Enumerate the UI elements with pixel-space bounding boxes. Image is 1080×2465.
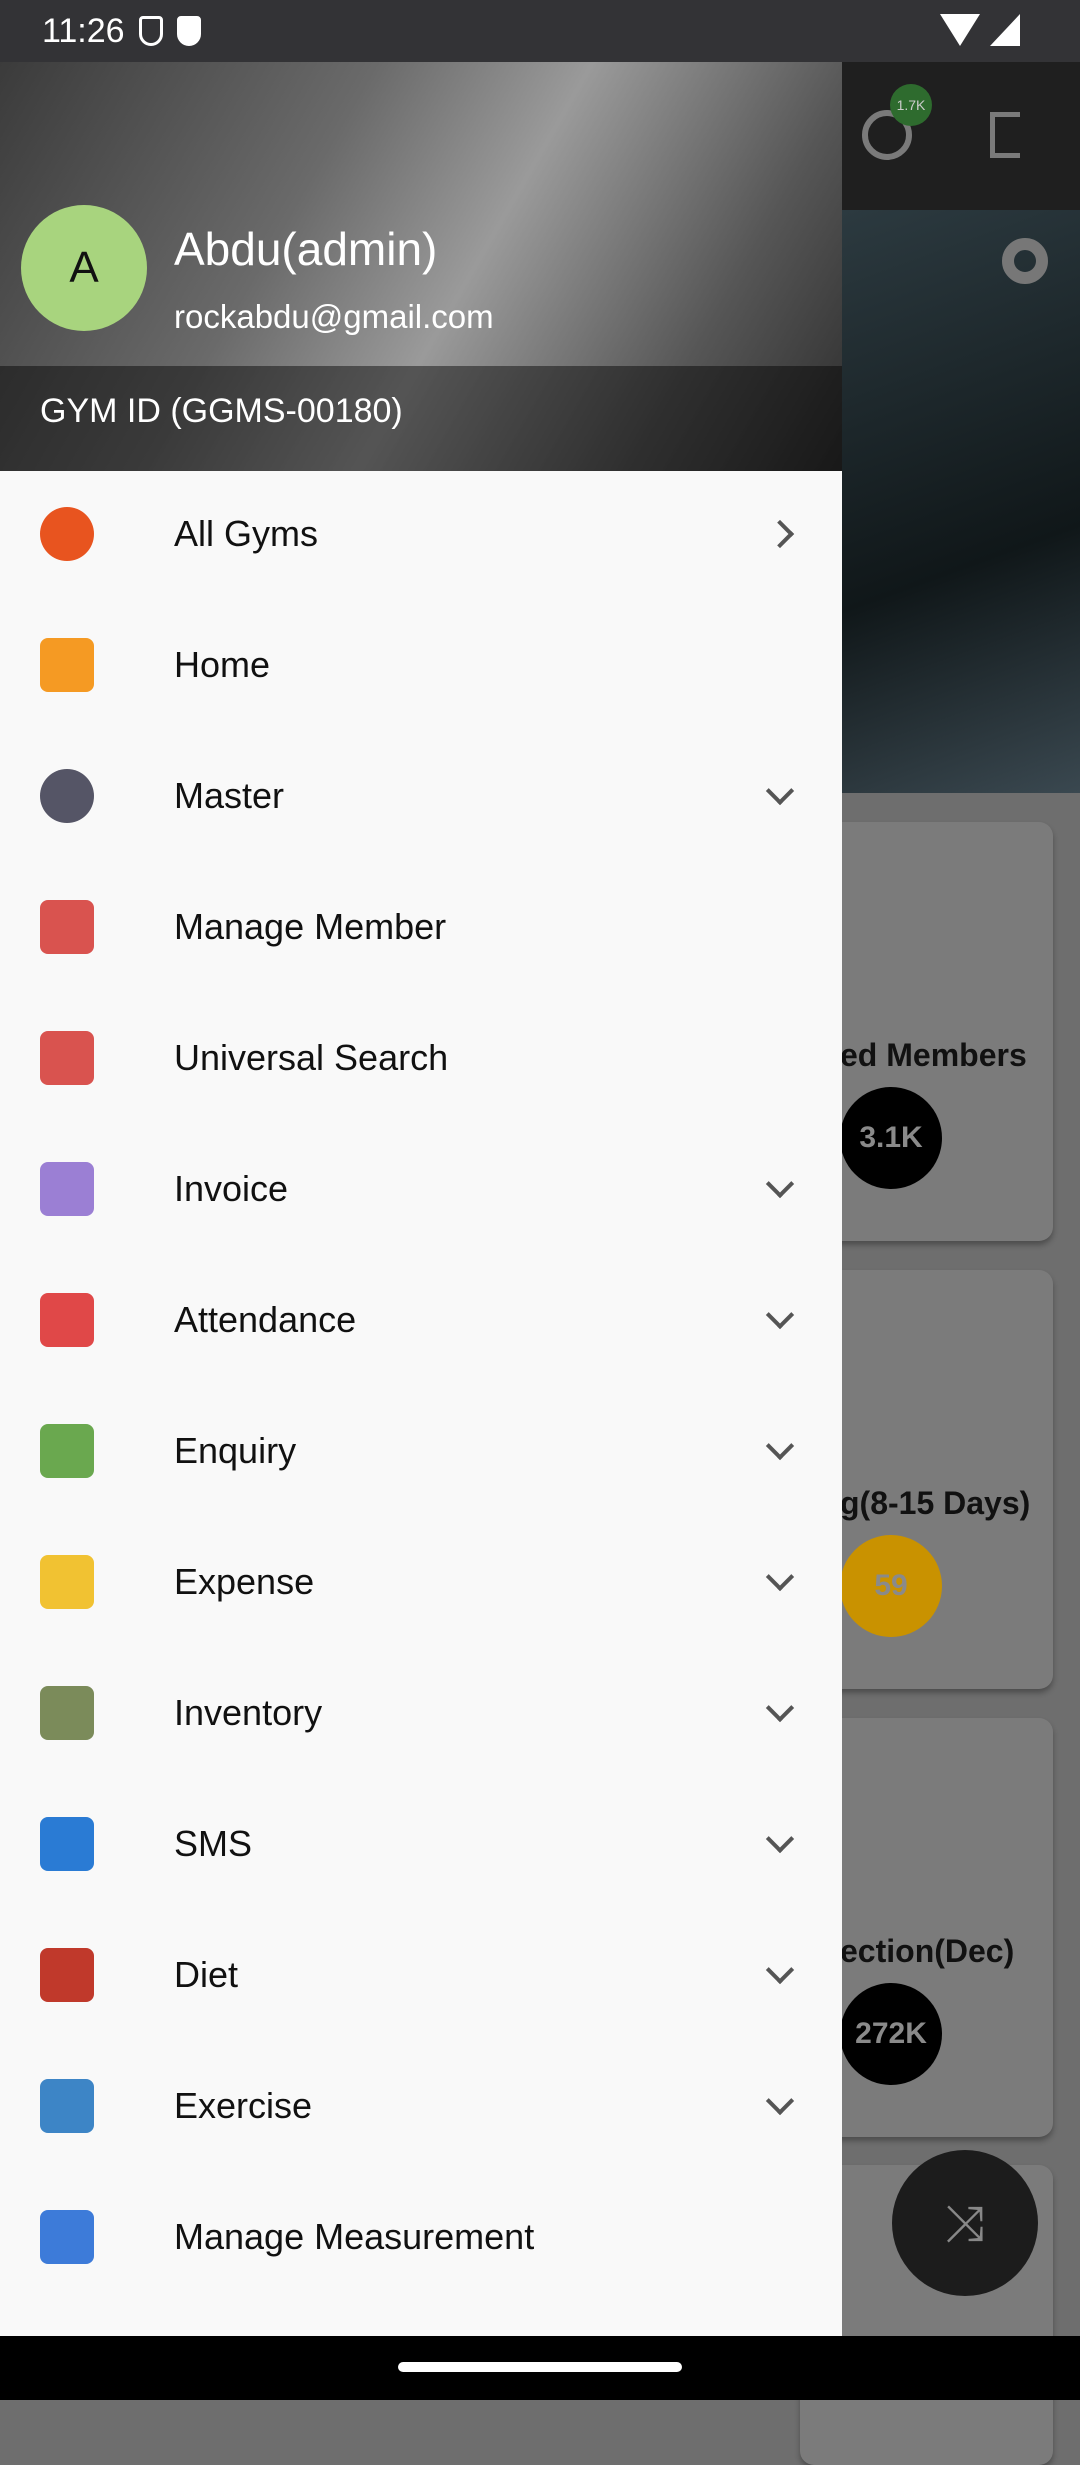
shield-icon <box>138 16 163 46</box>
menu-item-label: Manage Measurement <box>174 2216 535 2257</box>
dumbbell-icon <box>40 507 94 561</box>
signal-icon <box>990 14 1020 46</box>
card-value: 59 <box>840 1535 942 1637</box>
card-value: 3.1K <box>840 1087 942 1189</box>
hero-image <box>842 210 1080 793</box>
menu-item-label: Inventory <box>174 1692 323 1733</box>
chevron-down-icon[interactable] <box>765 1824 795 1854</box>
members-search-icon <box>40 1031 94 1085</box>
user-email: rockabdu@gmail.com <box>174 298 494 335</box>
gear-icon <box>40 769 94 823</box>
home-icon <box>40 638 94 692</box>
card-value: 272K <box>840 1983 942 2085</box>
card-title: ed Members <box>840 1037 1027 1073</box>
menu-item-label: Universal Search <box>174 1037 449 1078</box>
menu-item-label: Master <box>174 775 285 816</box>
menu-item-diet[interactable]: Diet <box>0 1910 842 2040</box>
menu-item-label: Expense <box>174 1561 315 1602</box>
navigation-bar <box>0 2336 1080 2400</box>
menu-item-label: Diet <box>174 1954 239 1995</box>
menu-item-label: Attendance <box>174 1299 357 1340</box>
menu-item-universal-search[interactable]: Universal Search <box>0 993 842 1123</box>
status-bar: 11:26 <box>0 0 1080 62</box>
user-name: Abdu(admin) <box>174 223 438 275</box>
enquiry-icon <box>40 1424 94 1478</box>
home-gesture-handle[interactable] <box>398 2362 682 2372</box>
diet-icon <box>40 1948 94 2002</box>
menu-item-invoice[interactable]: Invoice <box>0 1124 842 1254</box>
menu-item-label: Enquiry <box>174 1430 297 1471</box>
menu-item-manage-member[interactable]: Manage Member <box>0 862 842 992</box>
card-title: g(8-15 Days) <box>840 1485 1031 1521</box>
chevron-down-icon[interactable] <box>765 1955 795 1985</box>
chevron-down-icon[interactable] <box>765 1693 795 1723</box>
chevron-down-icon[interactable] <box>765 1300 795 1330</box>
gym-id: GYM ID (GGMS-00180) <box>40 392 403 430</box>
card-title: ection(Dec) <box>840 1933 1015 1969</box>
menu-item-attendance[interactable]: Attendance <box>0 1255 842 1385</box>
menu-item-inventory[interactable]: Inventory <box>0 1648 842 1778</box>
chevron-down-icon[interactable] <box>765 1431 795 1461</box>
whatsapp-badge: 1.7K <box>890 84 932 126</box>
play-shield-icon <box>176 16 201 46</box>
switch-fab-button[interactable]: ⤨ <box>892 2150 1038 2296</box>
chevron-down-icon[interactable] <box>765 1562 795 1592</box>
menu-item-reports[interactable]: Reports <box>0 2303 842 2336</box>
inventory-icon <box>40 1686 94 1740</box>
exercise-icon <box>40 2079 94 2133</box>
menu-item-exercise[interactable]: Exercise <box>0 2041 842 2171</box>
menu-item-manage-measurement[interactable]: Manage Measurement <box>0 2172 842 2302</box>
avatar[interactable]: A <box>21 205 147 331</box>
menu-item-all-gyms[interactable]: All Gyms <box>0 469 842 599</box>
calendar-icon <box>40 1293 94 1347</box>
menu-item-label: All Gyms <box>174 513 318 554</box>
chevron-down-icon[interactable] <box>765 776 795 806</box>
chevron-down-icon[interactable] <box>765 2086 795 2116</box>
menu-item-sms[interactable]: SMS <box>0 1779 842 1909</box>
menu-item-enquiry[interactable]: Enquiry <box>0 1386 842 1516</box>
invoice-icon <box>40 1162 94 1216</box>
members-icon <box>40 900 94 954</box>
menu-item-expense[interactable]: Expense <box>0 1517 842 1647</box>
menu-item-master[interactable]: Master <box>0 731 842 861</box>
drawer-header: A Abdu(admin) rockabdu@gmail.com GYM ID … <box>0 62 842 471</box>
menu-item-label: Home <box>174 644 271 685</box>
menu-item-label: Exercise <box>174 2085 313 2126</box>
menu-item-label: Invoice <box>174 1168 289 1209</box>
menu-item-home[interactable]: Home <box>0 600 842 730</box>
coin-icon <box>40 1555 94 1609</box>
status-time: 11:26 <box>42 11 125 50</box>
chevron-down-icon[interactable] <box>765 1169 795 1199</box>
ruler-pencil-icon <box>40 2210 94 2264</box>
menu-item-label: Manage Member <box>174 906 447 947</box>
chevron-right-icon[interactable] <box>765 519 795 549</box>
logout-icon[interactable] <box>990 112 1020 158</box>
sms-phone-icon <box>40 1817 94 1871</box>
menu-item-label: SMS <box>174 1823 253 1864</box>
navigation-drawer: A Abdu(admin) rockabdu@gmail.com GYM ID … <box>0 62 842 2336</box>
wifi-icon <box>940 14 980 46</box>
settings-gear-icon[interactable] <box>1002 238 1048 284</box>
